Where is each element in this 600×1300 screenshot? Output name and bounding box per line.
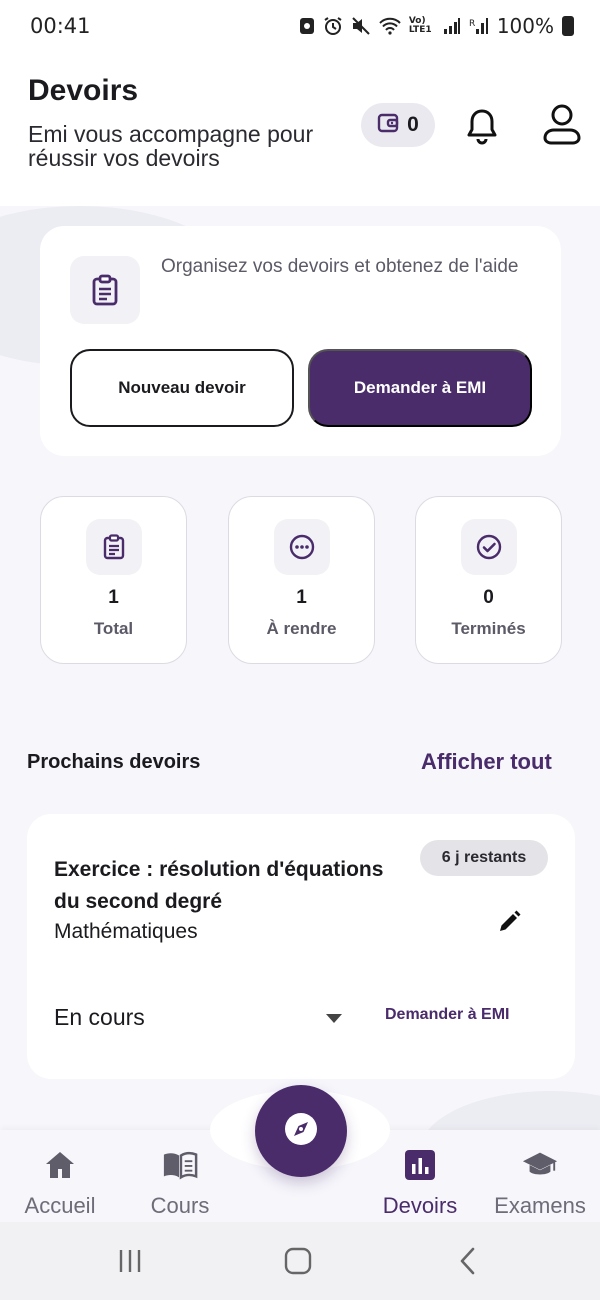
background-shape: [420, 1091, 600, 1130]
main-content[interactable]: Organisez vos devoirs et obtenez de l'ai…: [0, 206, 600, 1130]
alarm-icon: [323, 16, 343, 36]
battery-level: 100%: [496, 14, 554, 38]
profile-icon[interactable]: [540, 102, 584, 146]
page-title: Devoirs: [28, 74, 139, 107]
wallet-chip[interactable]: 0: [361, 103, 435, 147]
nav-item-home[interactable]: Accueil: [0, 1130, 120, 1222]
back-icon[interactable]: [448, 1244, 488, 1278]
stat-label: Total: [93, 619, 134, 638]
clipboard-icon: [70, 256, 140, 324]
recent-apps-icon[interactable]: [110, 1244, 150, 1278]
stat-value: 0: [483, 587, 494, 608]
graduation-cap-icon: [522, 1148, 558, 1182]
check-circle-icon: [461, 519, 517, 575]
status-icons: Vo) LTE1 R 100%: [299, 14, 574, 38]
section-title: Prochains devoirs: [27, 751, 201, 773]
status-dropdown[interactable]: En cours: [54, 1000, 344, 1034]
nav-item-courses[interactable]: Cours: [120, 1130, 240, 1222]
status-value: En cours: [54, 1003, 145, 1030]
nav-item-homework[interactable]: Devoirs: [360, 1130, 480, 1222]
nav-label: Examens: [494, 1193, 586, 1218]
mute-icon: [351, 16, 371, 36]
page-subtitle: Emi vous accompagne pour réussir vos dev…: [28, 121, 314, 171]
show-all-link[interactable]: Afficher tout: [421, 749, 552, 775]
homework-card[interactable]: Exercice : résolution d'équations du sec…: [27, 814, 575, 1079]
book-icon: [162, 1148, 198, 1182]
nav-item-exams[interactable]: Examens: [480, 1130, 600, 1222]
wifi-icon: [379, 17, 401, 35]
status-bar: 00:41 Vo) LTE1 R 100%: [0, 0, 600, 56]
more-circle-icon: [274, 519, 330, 575]
new-homework-button[interactable]: Nouveau devoir: [70, 349, 294, 427]
ask-emi-link[interactable]: Demander à EMI: [385, 1006, 509, 1024]
chevron-down-icon: [324, 1011, 344, 1023]
bell-icon[interactable]: [462, 106, 502, 146]
wallet-icon: [377, 112, 399, 139]
homework-subject: Mathématiques: [54, 920, 198, 943]
compass-icon: [283, 1111, 319, 1152]
wallet-count: 0: [407, 113, 419, 136]
stat-card-total[interactable]: 1 Total: [40, 496, 187, 664]
battery-icon: [562, 16, 574, 36]
stat-label: À rendre: [266, 619, 337, 638]
edit-icon[interactable]: [495, 908, 523, 936]
nav-label: Devoirs: [382, 1193, 458, 1218]
clipboard-icon: [86, 519, 142, 575]
network-label: Vo) LTE1: [408, 16, 432, 35]
nav-label: Cours: [150, 1193, 210, 1218]
notification-icon: [299, 17, 315, 35]
status-time: 00:41: [30, 14, 91, 38]
home-icon: [42, 1148, 78, 1182]
nav-label: Accueil: [24, 1193, 96, 1218]
page-header: Devoirs Emi vous accompagne pour réussir…: [0, 56, 600, 206]
ask-emi-button[interactable]: Demander à EMI: [308, 349, 532, 427]
stat-label: Terminés: [451, 619, 526, 638]
stat-value: 1: [296, 587, 307, 608]
system-navigation-bar: [0, 1222, 600, 1300]
home-button-icon[interactable]: [278, 1244, 318, 1278]
stat-value: 1: [108, 587, 119, 608]
stat-card-to-submit[interactable]: 1 À rendre: [228, 496, 375, 664]
homework-title: Exercice : résolution d'équations du sec…: [54, 858, 384, 913]
intro-card: Organisez vos devoirs et obtenez de l'ai…: [40, 226, 561, 456]
svg-text:R: R: [469, 19, 475, 29]
days-remaining-badge: 6 j restants: [420, 840, 548, 876]
signal-roaming-icon: R: [469, 17, 489, 35]
explore-fab-button[interactable]: [255, 1085, 347, 1177]
intro-text: Organisez vos devoirs et obtenez de l'ai…: [161, 256, 519, 277]
stat-card-completed[interactable]: 0 Terminés: [415, 496, 562, 664]
chart-icon: [402, 1148, 438, 1182]
signal-icon: [443, 17, 461, 35]
